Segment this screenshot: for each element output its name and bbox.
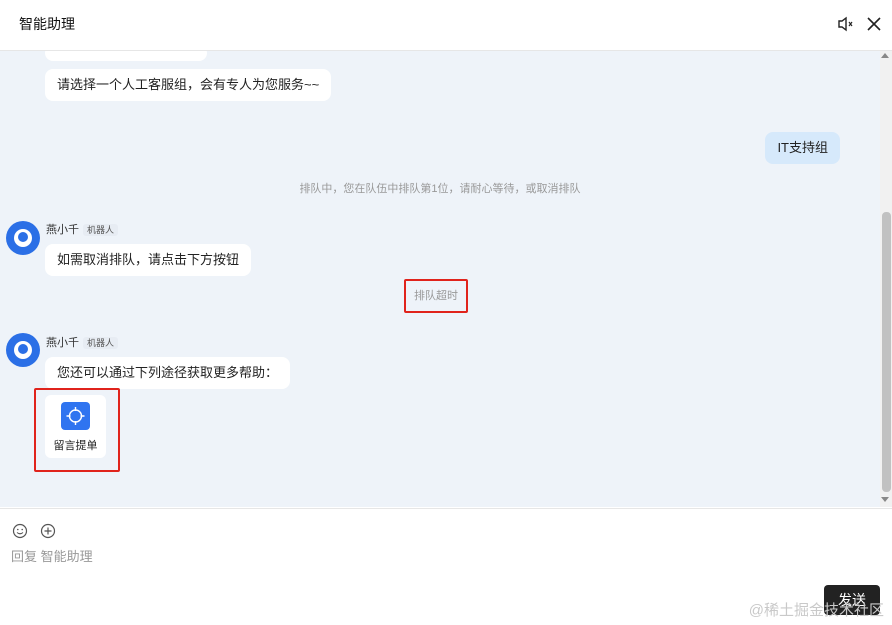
reply-input[interactable]: 回复 智能助理 <box>11 546 93 565</box>
scrollbar-thumb[interactable] <box>882 212 891 492</box>
scroll-down-icon[interactable] <box>881 497 889 502</box>
bot-avatar <box>6 333 40 367</box>
user-message-bubble: IT支持组 <box>765 132 840 164</box>
bot-message-bubble: 请选择一个人工客服组，会有专人为您服务~~ <box>45 69 332 101</box>
window-title: 智能助理 <box>19 16 75 32</box>
bot-badge: 机器人 <box>83 337 119 349</box>
card-label: 留言提单 <box>53 440 98 452</box>
queue-timeout-text: 排队超时 <box>414 290 458 302</box>
crosshair-icon <box>61 402 90 430</box>
bot-avatar <box>6 221 40 255</box>
queue-timeout-highlight: 排队超时 <box>404 279 468 313</box>
partial-bubble <box>45 51 207 61</box>
input-footer: 回复 智能助理 发送 @稀土掘金技术社区 <box>0 508 892 625</box>
sender-name: 燕小千 机器人 <box>46 221 119 237</box>
watermark-text: @稀土掘金技术社区 <box>748 602 884 619</box>
plus-circle-icon[interactable] <box>40 523 56 539</box>
bot-message-bubble: 您还可以通过下列途径获取更多帮助： <box>45 357 291 389</box>
window-header: 智能助理 <box>0 0 892 51</box>
bot-name: 燕小千 <box>46 337 79 349</box>
bot-message-bubble: 如需取消排队，请点击下方按钮 <box>45 244 252 276</box>
queue-status-text: 排队中，您在队伍中排队第1位，请耐心等待，或取消排队 <box>299 183 581 195</box>
mute-speaker-icon[interactable] <box>836 14 856 34</box>
close-icon[interactable] <box>864 14 884 34</box>
robot-icon <box>14 341 32 359</box>
leave-message-card[interactable]: 留言提单 <box>45 395 106 458</box>
sender-name: 燕小千 机器人 <box>46 334 119 350</box>
bot-name: 燕小千 <box>46 224 79 236</box>
robot-icon <box>14 229 32 247</box>
bot-badge: 机器人 <box>83 224 119 236</box>
chat-area: 请选择一个人工客服组，会有专人为您服务~~ IT支持组 排队中，您在队伍中排队第… <box>0 51 880 507</box>
emoji-icon[interactable] <box>12 523 28 539</box>
scroll-up-icon[interactable] <box>881 53 889 58</box>
